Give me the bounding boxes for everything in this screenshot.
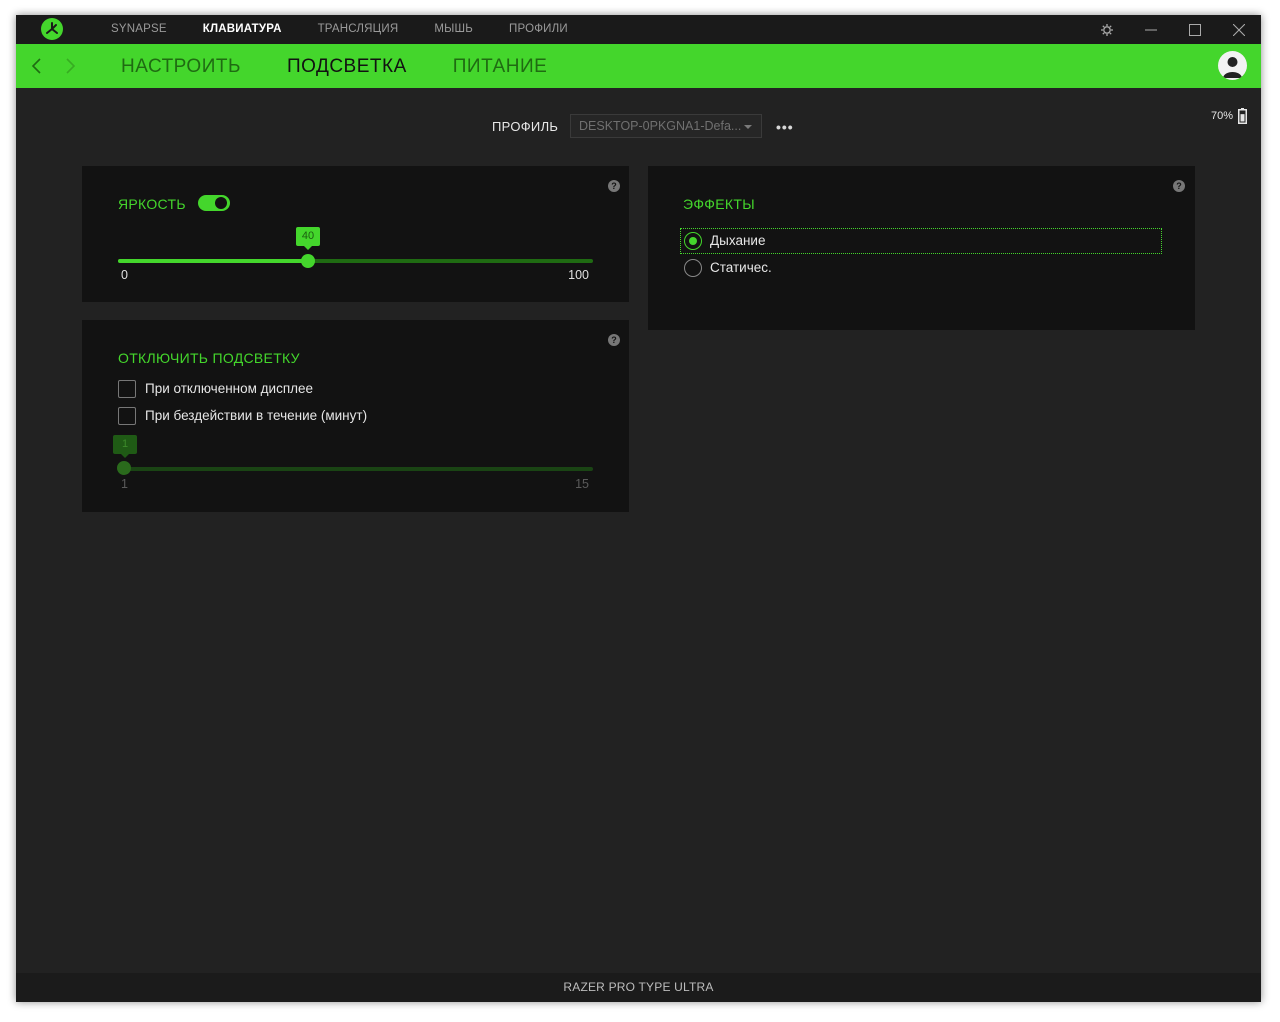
help-icon[interactable]: ? (608, 180, 620, 192)
topnav-profiles[interactable]: ПРОФИЛИ (509, 15, 568, 44)
minimize-icon[interactable] (1136, 15, 1166, 44)
close-icon[interactable] (1224, 15, 1254, 44)
brightness-title: ЯРКОСТЬ (118, 196, 186, 212)
lighting-off-title: ОТКЛЮЧИТЬ ПОДСВЕТКУ (118, 350, 300, 366)
top-navigation: SYNAPSE КЛАВИАТУРА ТРАНСЛЯЦИЯ МЫШЬ ПРОФИ… (111, 15, 604, 44)
lighting-off-panel: ? ОТКЛЮЧИТЬ ПОДСВЕТКУ При отключенном ди… (82, 320, 629, 512)
topnav-keyboard[interactable]: КЛАВИАТУРА (203, 15, 282, 44)
sub-tabs: НАСТРОИТЬ ПОДСВЕТКА ПИТАНИЕ (121, 44, 593, 88)
idle-value-bubble: 1 (113, 435, 137, 458)
idle-label: При бездействии в течение (минут) (145, 408, 368, 423)
static-radio[interactable] (684, 259, 702, 277)
help-icon[interactable]: ? (1173, 180, 1185, 192)
brightness-value-bubble: 40 (296, 227, 320, 250)
help-icon[interactable]: ? (608, 334, 620, 346)
topnav-synapse[interactable]: SYNAPSE (111, 15, 167, 44)
display-off-checkbox[interactable] (118, 380, 136, 398)
effects-title: ЭФФЕКТЫ (683, 196, 755, 212)
brightness-min-label: 0 (121, 268, 128, 282)
back-arrow-icon[interactable] (27, 56, 47, 76)
app-window: SYNAPSE КЛАВИАТУРА ТРАНСЛЯЦИЯ МЫШЬ ПРОФИ… (16, 15, 1261, 1002)
maximize-icon[interactable] (1180, 15, 1210, 44)
idle-slider-thumb[interactable] (117, 461, 131, 475)
brightness-slider-fill (118, 259, 308, 263)
user-avatar-icon[interactable] (1218, 51, 1247, 80)
tab-lighting[interactable]: ПОДСВЕТКА (287, 44, 407, 88)
brightness-toggle[interactable] (198, 195, 230, 211)
breathing-radio[interactable] (684, 232, 702, 250)
forward-arrow-icon[interactable] (60, 56, 80, 76)
idle-checkbox[interactable] (118, 407, 136, 425)
toggle-knob (215, 197, 227, 209)
chevron-down-icon (744, 125, 752, 129)
razer-logo-icon[interactable] (41, 18, 63, 40)
profile-dropdown-value: DESKTOP-0PKGNA1-Defa... (579, 119, 742, 133)
profile-label: ПРОФИЛЬ (492, 119, 559, 134)
tab-power[interactable]: ПИТАНИЕ (453, 44, 548, 88)
battery-percent: 70% (1211, 110, 1234, 122)
effects-panel: ? ЭФФЕКТЫ Дыхание Статичес. (648, 166, 1195, 330)
tab-customize[interactable]: НАСТРОИТЬ (121, 44, 241, 88)
brightness-slider-thumb[interactable] (301, 254, 315, 268)
idle-slider-track[interactable] (118, 467, 593, 471)
breathing-label: Дыхание (710, 233, 766, 248)
settings-gear-icon[interactable] (1092, 15, 1122, 44)
battery-indicator: 70% (1211, 108, 1248, 124)
topnav-mouse[interactable]: МЫШЬ (434, 15, 473, 44)
device-name-footer: RAZER PRO TYPE ULTRA (16, 973, 1261, 1002)
brightness-panel: ? ЯРКОСТЬ 40 0 100 (82, 166, 629, 302)
idle-min-label: 1 (121, 477, 128, 491)
title-bar: SYNAPSE КЛАВИАТУРА ТРАНСЛЯЦИЯ МЫШЬ ПРОФИ… (16, 15, 1261, 44)
radio-dot (689, 237, 697, 245)
battery-icon (1238, 108, 1248, 124)
static-label: Статичес. (710, 260, 772, 275)
sub-navigation-bar: НАСТРОИТЬ ПОДСВЕТКА ПИТАНИЕ (16, 44, 1261, 88)
brightness-max-label: 100 (568, 268, 589, 282)
more-options-button[interactable]: ••• (776, 119, 794, 135)
display-off-label: При отключенном дисплее (145, 381, 314, 396)
idle-max-label: 15 (575, 477, 589, 491)
profile-dropdown[interactable]: DESKTOP-0PKGNA1-Defa... (570, 114, 762, 138)
topnav-broadcast[interactable]: ТРАНСЛЯЦИЯ (318, 15, 399, 44)
